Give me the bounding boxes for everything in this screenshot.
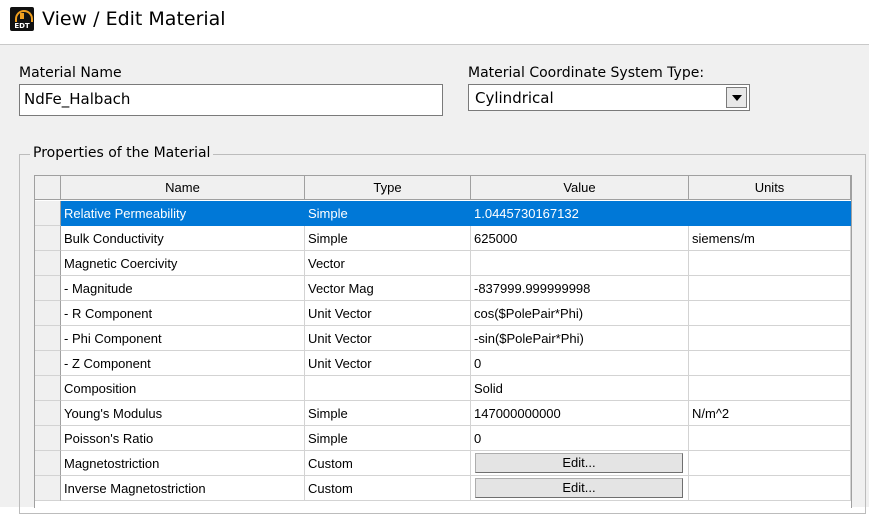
cell-units[interactable] [689, 326, 851, 351]
row-selector[interactable] [35, 226, 61, 251]
cell-type[interactable]: Custom [305, 476, 471, 501]
table-row[interactable]: - Magnitude Vector Mag -837999.999999998 [35, 276, 851, 301]
cell-value[interactable]: Solid [471, 376, 689, 401]
cell-type[interactable]: Unit Vector [305, 326, 471, 351]
column-header-type[interactable]: Type [305, 176, 471, 200]
cell-value[interactable]: 1.0445730167132 [471, 201, 689, 226]
header-corner [35, 176, 61, 200]
cell-units[interactable]: siemens/m [689, 226, 851, 251]
row-selector[interactable] [35, 201, 61, 226]
cell-type[interactable]: Simple [305, 426, 471, 451]
coordinate-system-select[interactable]: Cylindrical [468, 84, 750, 111]
cell-type[interactable]: Vector Mag [305, 276, 471, 301]
table-row[interactable]: Composition Solid [35, 376, 851, 401]
cell-units[interactable] [689, 351, 851, 376]
table-row[interactable]: Magnetic Coercivity Vector [35, 251, 851, 276]
app-icon-text: EDT [14, 22, 30, 30]
row-selector[interactable] [35, 326, 61, 351]
table-row[interactable]: - R Component Unit Vector cos($PolePair*Ph… [35, 301, 851, 326]
cell-value[interactable]: -837999.999999998 [471, 276, 689, 301]
table-row[interactable]: Relative Permeability Simple 1.04457301671… [35, 201, 851, 226]
cell-value[interactable]: cos($PolePair*Phi) [471, 301, 689, 326]
table-row[interactable]: - Phi Component Unit Vector -sin($PolePair… [35, 326, 851, 351]
cell-name[interactable]: Poisson's Ratio [61, 426, 305, 451]
cell-name[interactable]: Magnetic Coercivity [61, 251, 305, 276]
title-bar: EDT View / Edit Material [0, 0, 869, 45]
cell-value[interactable]: 147000000000 [471, 401, 689, 426]
cell-type[interactable]: Vector [305, 251, 471, 276]
cell-name[interactable]: Composition [61, 376, 305, 401]
cell-units[interactable] [689, 476, 851, 501]
row-selector[interactable] [35, 451, 61, 476]
cell-name[interactable]: - Phi Component [61, 326, 305, 351]
cell-type[interactable]: Unit Vector [305, 351, 471, 376]
cell-value: Edit... [471, 476, 689, 501]
grid-header: Name Type Value Units [35, 176, 851, 201]
row-selector[interactable] [35, 376, 61, 401]
cell-type[interactable]: Simple [305, 401, 471, 426]
cell-value: Edit... [471, 451, 689, 476]
column-header-value[interactable]: Value [471, 176, 689, 200]
edit-button[interactable]: Edit... [475, 478, 683, 498]
cell-value[interactable]: 625000 [471, 226, 689, 251]
table-row[interactable]: Poisson's Ratio Simple 0 [35, 426, 851, 451]
cell-units[interactable]: N/m^2 [689, 401, 851, 426]
cell-name[interactable]: Inverse Magnetostriction [61, 476, 305, 501]
cell-type[interactable] [305, 376, 471, 401]
cell-type[interactable]: Unit Vector [305, 301, 471, 326]
cell-name[interactable]: - Magnitude [61, 276, 305, 301]
cell-value[interactable]: 0 [471, 351, 689, 376]
cell-type[interactable]: Simple [305, 201, 471, 226]
cell-units[interactable] [689, 376, 851, 401]
row-selector[interactable] [35, 476, 61, 501]
table-row[interactable]: Young's Modulus Simple 147000000000 N/m^2 [35, 401, 851, 426]
coordinate-system-label: Material Coordinate System Type: [468, 65, 705, 81]
cell-units[interactable] [689, 426, 851, 451]
cell-value[interactable] [471, 251, 689, 276]
row-selector[interactable] [35, 251, 61, 276]
cell-name[interactable]: Bulk Conductivity [61, 226, 305, 251]
cell-units[interactable] [689, 201, 851, 226]
cell-value[interactable]: -sin($PolePair*Phi) [471, 326, 689, 351]
cell-type[interactable]: Simple [305, 226, 471, 251]
cell-units[interactable] [689, 251, 851, 276]
cell-name[interactable]: - R Component [61, 301, 305, 326]
column-header-name[interactable]: Name [61, 176, 305, 200]
table-row[interactable]: Bulk Conductivity Simple 625000 siemens/m [35, 226, 851, 251]
table-row[interactable]: - Z Component Unit Vector 0 [35, 351, 851, 376]
cell-name[interactable]: Young's Modulus [61, 401, 305, 426]
cell-name[interactable]: Magnetostriction [61, 451, 305, 476]
cell-name[interactable]: - Z Component [61, 351, 305, 376]
coordinate-system-value: Cylindrical [475, 89, 554, 107]
cell-value[interactable]: 0 [471, 426, 689, 451]
table-row[interactable]: Inverse Magnetostriction Custom Edit... [35, 476, 851, 501]
properties-group-title: Properties of the Material [30, 145, 214, 161]
material-name-label: Material Name [19, 65, 122, 81]
column-header-units[interactable]: Units [689, 176, 851, 200]
table-row[interactable]: Magnetostriction Custom Edit... [35, 451, 851, 476]
material-name-input[interactable]: NdFe_Halbach [19, 84, 443, 116]
dropdown-arrow-icon[interactable] [726, 87, 747, 108]
row-selector[interactable] [35, 401, 61, 426]
row-selector[interactable] [35, 426, 61, 451]
cell-type[interactable]: Custom [305, 451, 471, 476]
row-selector[interactable] [35, 301, 61, 326]
cell-name[interactable]: Relative Permeability [61, 201, 305, 226]
window-title: View / Edit Material [42, 8, 226, 30]
row-selector[interactable] [35, 351, 61, 376]
cell-units[interactable] [689, 301, 851, 326]
cell-units[interactable] [689, 451, 851, 476]
properties-grid: Name Type Value Units Relative Permeabil… [34, 175, 852, 508]
edt-app-icon: EDT [10, 7, 34, 31]
edit-button[interactable]: Edit... [475, 453, 683, 473]
cell-units[interactable] [689, 276, 851, 301]
row-selector[interactable] [35, 276, 61, 301]
